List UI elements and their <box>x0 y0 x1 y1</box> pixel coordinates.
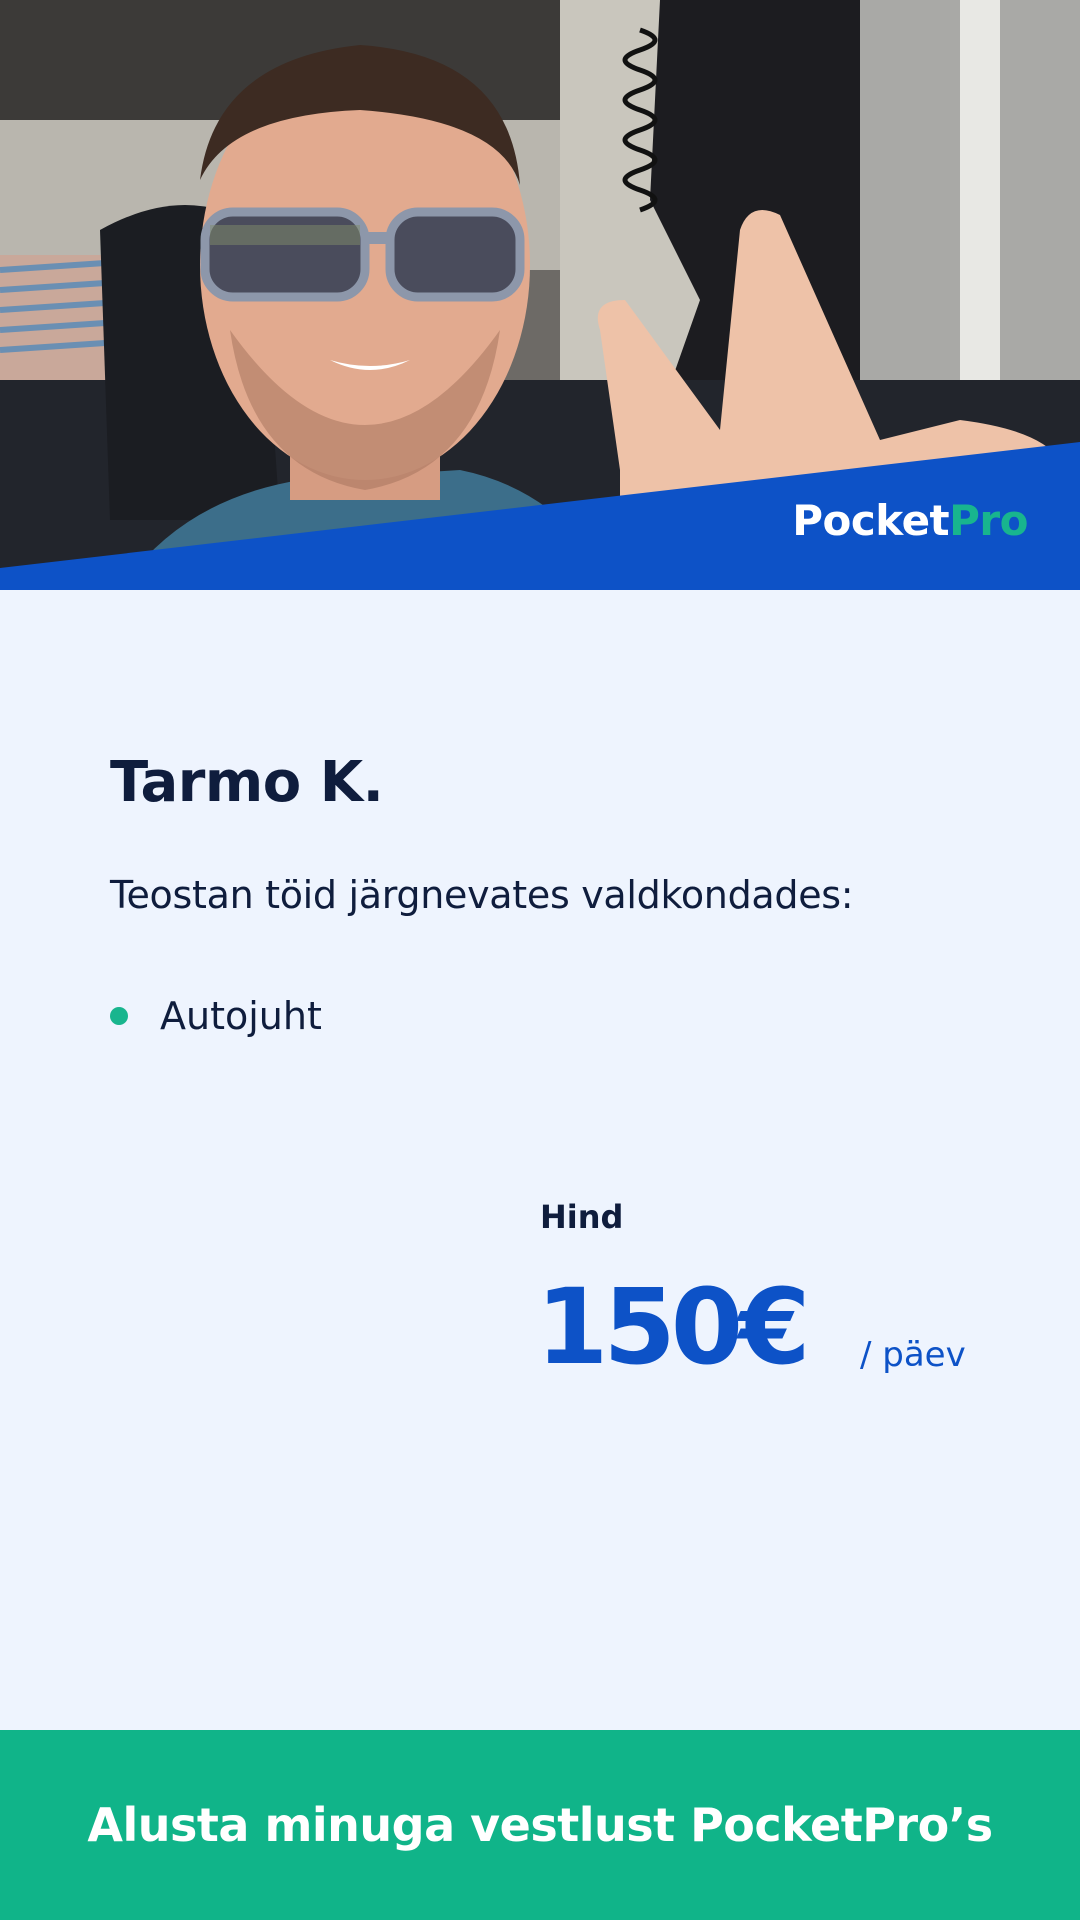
skill-label: Autojuht <box>160 994 322 1038</box>
price-unit: / päev <box>860 1335 966 1375</box>
bullet-icon <box>110 1007 128 1025</box>
pocketpro-logo: PocketPro <box>792 500 1028 542</box>
logo-text-pocket: Pocket <box>792 496 950 545</box>
skill-item: Autojuht <box>110 990 322 1042</box>
profile-name: Tarmo K. <box>110 750 384 815</box>
profile-intro: Teostan töid järgnevates valdkondades: <box>110 873 854 917</box>
logo-text-pro: Pro <box>949 496 1028 545</box>
skills-list: Autojuht <box>110 990 322 1042</box>
start-chat-label: Alusta minuga vestlust PocketPro’s <box>87 1798 993 1852</box>
start-chat-button[interactable]: Alusta minuga vestlust PocketPro’s <box>0 1730 1080 1920</box>
hero-banner: PocketPro <box>0 0 1080 590</box>
price-value: 150€ <box>536 1266 810 1388</box>
price-label: Hind <box>540 1198 624 1236</box>
